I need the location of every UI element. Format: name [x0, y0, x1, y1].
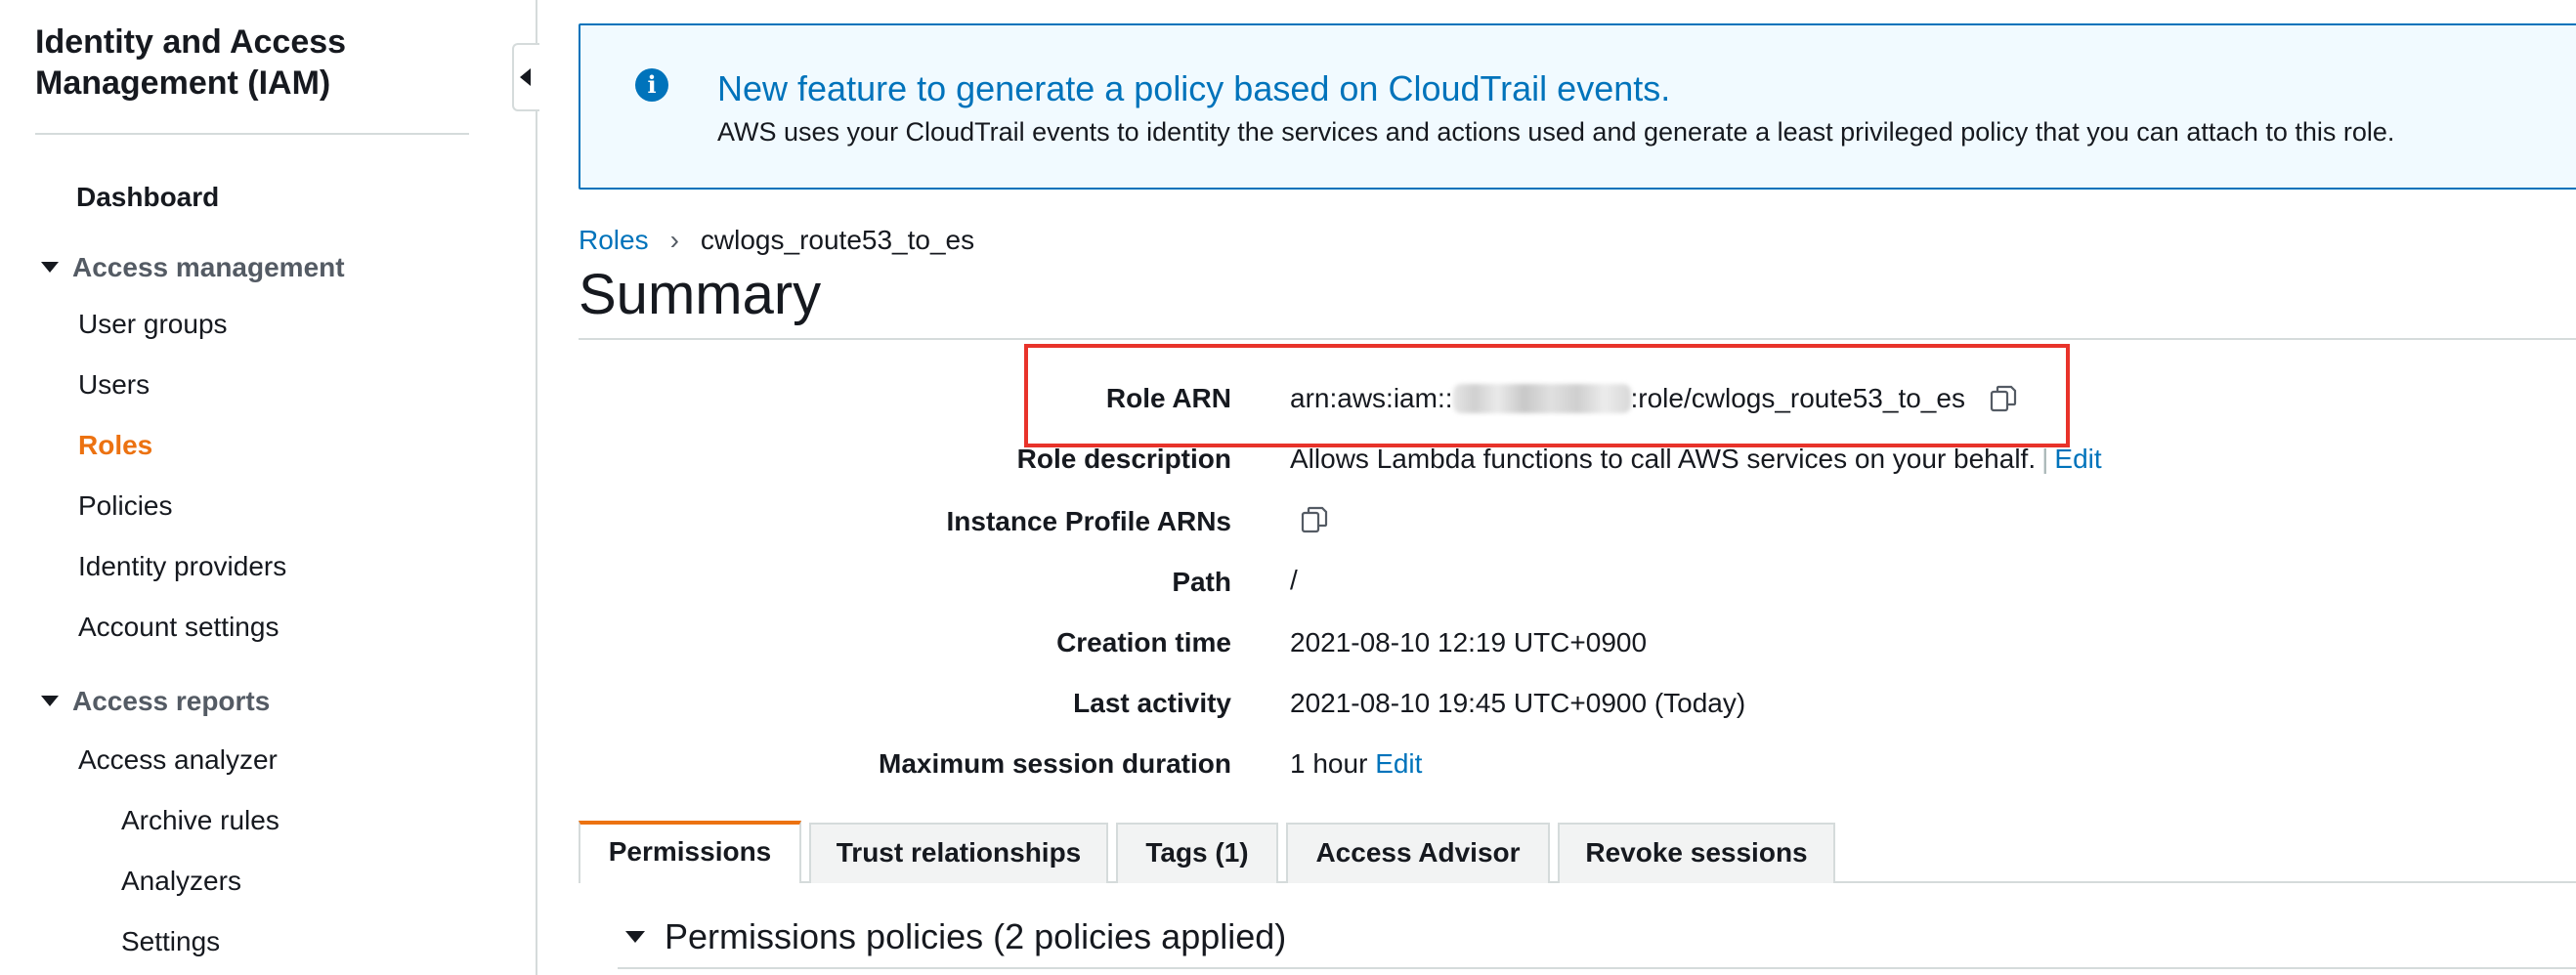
- title-divider: [579, 338, 2576, 340]
- divider: |: [2041, 444, 2049, 474]
- sidebar: Identity and Access Management (IAM) Das…: [0, 0, 537, 975]
- role-description-label: Role description: [1016, 444, 1231, 474]
- breadcrumb: Roles › cwlogs_route53_to_es: [579, 225, 974, 256]
- edit-description-link[interactable]: Edit: [2054, 444, 2101, 474]
- sidebar-item-identity-providers[interactable]: Identity providers: [78, 551, 286, 582]
- caret-down-icon: [625, 931, 645, 944]
- tab-access-advisor[interactable]: Access Advisor: [1286, 823, 1550, 883]
- tab-permissions[interactable]: Permissions: [579, 821, 801, 883]
- last-activity-label: Last activity: [1073, 688, 1231, 718]
- sidebar-item-dashboard[interactable]: Dashboard: [76, 182, 219, 213]
- sidebar-item-account-settings[interactable]: Account settings: [78, 612, 279, 643]
- permissions-divider: [618, 967, 2576, 969]
- sidebar-section-access-reports[interactable]: Access reports: [41, 686, 270, 717]
- banner-text: AWS uses your CloudTrail events to ident…: [717, 117, 2395, 147]
- edit-session-link[interactable]: Edit: [1375, 748, 1422, 779]
- last-activity-value: 2021-08-10 19:45 UTC+0900 (Today): [1290, 688, 1746, 718]
- info-icon: i: [635, 68, 668, 102]
- sidebar-item-archive-rules[interactable]: Archive rules: [121, 805, 279, 836]
- caret-down-icon: [41, 262, 59, 274]
- breadcrumb-roles-link[interactable]: Roles: [579, 225, 649, 255]
- role-description-value: Allows Lambda functions to call AWS serv…: [1290, 444, 2102, 475]
- info-banner: i New feature to generate a policy based…: [579, 23, 2576, 190]
- breadcrumb-current: cwlogs_route53_to_es: [700, 225, 975, 255]
- sidebar-item-roles[interactable]: Roles: [78, 430, 152, 461]
- sidebar-item-access-analyzer[interactable]: Access analyzer: [78, 744, 278, 776]
- path-label: Path: [1172, 567, 1231, 597]
- section-label: Access reports: [72, 686, 271, 716]
- sidebar-item-settings[interactable]: Settings: [121, 926, 220, 957]
- tab-tags[interactable]: Tags (1): [1116, 823, 1278, 883]
- copy-icon[interactable]: [1300, 505, 1329, 534]
- page-title: Summary: [579, 263, 822, 326]
- role-arn-highlight: [1024, 344, 2070, 447]
- banner-title-link[interactable]: New feature to generate a policy based o…: [717, 68, 1670, 109]
- sidebar-section-access-management[interactable]: Access management: [41, 252, 345, 283]
- tab-trust-relationships[interactable]: Trust relationships: [809, 823, 1108, 883]
- sidebar-divider: [35, 133, 469, 135]
- max-session-value: 1 hour Edit: [1290, 748, 1422, 780]
- max-session-label: Maximum session duration: [879, 748, 1231, 779]
- max-session-text: 1 hour: [1290, 748, 1368, 779]
- sidebar-item-user-groups[interactable]: User groups: [78, 309, 228, 340]
- caret-down-icon: [41, 696, 59, 707]
- permissions-policies-header[interactable]: Permissions policies (2 policies applied…: [625, 916, 1286, 957]
- path-value: /: [1290, 565, 1298, 595]
- instance-profile-value: [1300, 504, 1329, 536]
- breadcrumb-separator: ›: [669, 225, 679, 255]
- sidebar-item-users[interactable]: Users: [78, 369, 150, 401]
- tab-revoke-sessions[interactable]: Revoke sessions: [1558, 823, 1835, 883]
- creation-time-label: Creation time: [1056, 627, 1231, 657]
- sidebar-collapse-button[interactable]: [512, 43, 539, 111]
- role-description-text: Allows Lambda functions to call AWS serv…: [1290, 444, 2037, 474]
- creation-time-value: 2021-08-10 12:19 UTC+0900: [1290, 627, 1648, 657]
- section-label: Access management: [72, 252, 345, 282]
- sidebar-item-policies[interactable]: Policies: [78, 490, 172, 522]
- sidebar-item-analyzers[interactable]: Analyzers: [121, 866, 241, 897]
- sidebar-title[interactable]: Identity and Access Management (IAM): [35, 21, 485, 104]
- instance-profile-label: Instance Profile ARNs: [946, 506, 1231, 536]
- chevron-left-icon: [520, 68, 531, 86]
- permissions-policies-title: Permissions policies (2 policies applied…: [665, 916, 1287, 956]
